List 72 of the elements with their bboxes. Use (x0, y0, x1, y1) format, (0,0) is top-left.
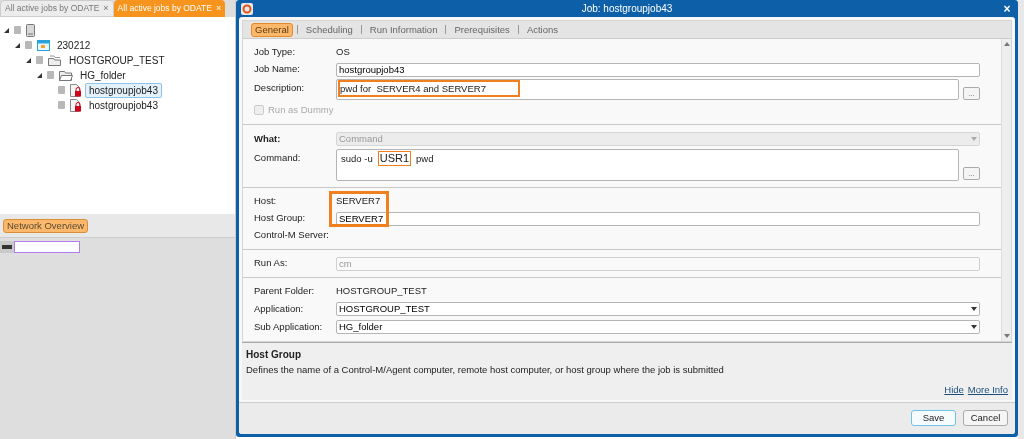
browse-button[interactable]: ... (963, 167, 980, 180)
text-field[interactable]: SERVER7 (336, 211, 980, 226)
expand-arrow-icon[interactable] (26, 57, 31, 63)
tree-item[interactable]: hostgroupjob43 (85, 82, 162, 98)
field-label: What: (254, 131, 282, 146)
tab[interactable]: All active jobs by ODATE × (0, 0, 114, 17)
help-link[interactable]: Hide (944, 383, 964, 398)
network-overview-tab[interactable]: Network Overview (3, 219, 89, 233)
field-label: Job Name: (254, 62, 301, 77)
dropdown-field[interactable]: HG_folder (336, 320, 980, 334)
scroll-up-icon[interactable] (1003, 41, 1010, 46)
minimize-icon[interactable] (0, 241, 14, 253)
locked-job-icon (70, 83, 82, 97)
expand-arrow-icon[interactable] (15, 42, 20, 48)
browse-button[interactable]: ... (963, 87, 980, 100)
field-label: Host Group: (254, 211, 307, 226)
status-square-icon (36, 56, 43, 64)
calendar-icon (37, 39, 50, 51)
server-icon (26, 23, 35, 37)
tree-item[interactable]: HOSTGROUP_TEST (65, 52, 169, 68)
field-label: Parent Folder: (254, 284, 316, 299)
status-square-icon (25, 41, 32, 49)
tab-label: All active jobs by ODATE (5, 2, 100, 15)
tree-item[interactable]: HG_folder (76, 67, 130, 83)
command-text: pwd (415, 152, 435, 166)
tab[interactable]: Prerequisites (450, 22, 514, 37)
command-text: sudo -u (340, 152, 374, 166)
scrollbar[interactable] (1001, 39, 1011, 341)
field-value: HOSTGROUP_TEST (336, 284, 427, 299)
field-label: Job Type: (254, 45, 297, 60)
close-button[interactable]: × (1001, 2, 1013, 15)
folder-icon (59, 69, 73, 81)
tab-label: All active jobs by ODATE (117, 2, 212, 15)
tree-item[interactable]: hostgroupjob43 (85, 97, 162, 113)
help-link[interactable]: More Info (967, 383, 1008, 398)
field-label: Command: (254, 151, 302, 165)
dialog-button[interactable]: Save (911, 410, 956, 427)
expand-arrow-icon[interactable] (4, 27, 9, 33)
app-logo-icon (241, 2, 253, 15)
field-value: OS (336, 45, 350, 60)
help-text: Defines the name of a Control-M/Agent computer, remote host computer, or host group where the job is submitted (246, 363, 725, 377)
field-label: Application: (254, 301, 305, 316)
field-label: Host: (254, 194, 278, 209)
status-square-icon (58, 86, 65, 94)
tab[interactable]: Scheduling (301, 22, 357, 37)
script-text-area[interactable]: sudo -u USR1 pwd (336, 149, 959, 181)
dialog-button[interactable]: Cancel (963, 410, 1008, 427)
scroll-down-icon[interactable] (1003, 334, 1010, 339)
text-field[interactable]: hostgroupjob43 (336, 62, 980, 77)
locked-job-icon (70, 98, 82, 112)
expand-arrow-icon[interactable] (37, 72, 42, 78)
help-title: Host Group (246, 348, 302, 362)
dropdown-field[interactable]: HOSTGROUP_TEST (336, 302, 980, 316)
status-square-icon (58, 101, 65, 109)
tab[interactable]: Run Information (365, 22, 442, 37)
folders-icon (48, 54, 62, 66)
field-label: Sub Application: (254, 319, 324, 334)
annotation-highlighted-text: pwd for SERVER4 and SERVER7 (338, 80, 520, 97)
tab[interactable]: Actions (522, 22, 563, 37)
tree-item[interactable]: 230212 (53, 37, 95, 53)
field-label: Description: (254, 81, 306, 95)
tab[interactable]: General (251, 22, 293, 37)
field-value: SERVER7 (336, 194, 381, 209)
description-field[interactable]: pwd for SERVER4 and SERVER7 (336, 79, 959, 100)
field-label: Run As: (254, 256, 289, 271)
command-text: USR1 (377, 151, 412, 166)
field-label: Control-M Server: (254, 228, 330, 243)
window-title: Job: hostgroupjob43 (581, 2, 673, 16)
close-icon[interactable]: × (103, 4, 109, 13)
status-square-icon (47, 71, 54, 79)
input-field[interactable] (14, 241, 80, 253)
checkbox-label: Run as Dummy (268, 102, 334, 117)
